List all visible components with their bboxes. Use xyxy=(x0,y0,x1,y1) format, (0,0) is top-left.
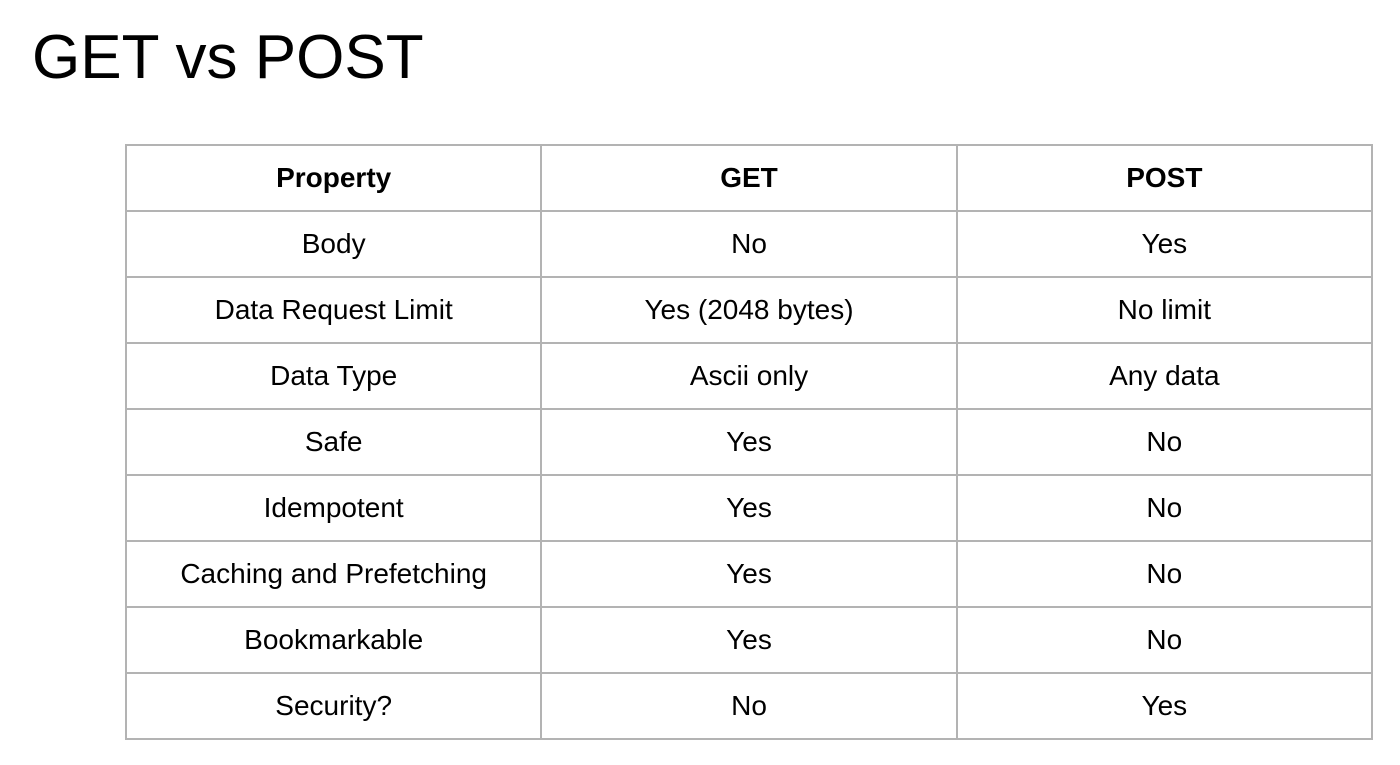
property-cell: Data Request Limit xyxy=(124,276,543,344)
table-row: Data Type Ascii only Any data xyxy=(124,342,1374,410)
header-cell-get: GET xyxy=(540,144,958,212)
post-cell: No limit xyxy=(955,276,1374,344)
get-cell: Yes (2048 bytes) xyxy=(540,276,958,344)
post-cell: No xyxy=(955,408,1374,476)
property-cell: Body xyxy=(124,210,543,278)
table-body: Body No Yes Data Request Limit Yes (2048… xyxy=(124,210,1374,740)
property-cell: Safe xyxy=(124,408,543,476)
property-cell: Idempotent xyxy=(124,474,543,542)
get-cell: Yes xyxy=(540,408,958,476)
get-cell: Yes xyxy=(540,606,958,674)
get-cell: No xyxy=(540,672,958,740)
header-cell-post: POST xyxy=(955,144,1374,212)
table-row: Safe Yes No xyxy=(124,408,1374,476)
post-cell: Yes xyxy=(955,672,1374,740)
post-cell: No xyxy=(955,540,1374,608)
get-cell: Yes xyxy=(540,540,958,608)
table-row: Security? No Yes xyxy=(124,672,1374,740)
comparison-table: Property GET POST Body No Yes Data Reque… xyxy=(124,144,1374,740)
header-row: Property GET POST xyxy=(124,144,1374,212)
get-cell: Ascii only xyxy=(540,342,958,410)
table-row: Bookmarkable Yes No xyxy=(124,606,1374,674)
table-row: Data Request Limit Yes (2048 bytes) No l… xyxy=(124,276,1374,344)
table-header: Property GET POST xyxy=(124,144,1374,212)
header-cell-property: Property xyxy=(124,144,543,212)
post-cell: No xyxy=(955,474,1374,542)
post-cell: No xyxy=(955,606,1374,674)
table-row: Caching and Prefetching Yes No xyxy=(124,540,1374,608)
table-row: Body No Yes xyxy=(124,210,1374,278)
get-cell: Yes xyxy=(540,474,958,542)
post-cell: Any data xyxy=(955,342,1374,410)
property-cell: Data Type xyxy=(124,342,543,410)
table-row: Idempotent Yes No xyxy=(124,474,1374,542)
property-cell: Security? xyxy=(124,672,543,740)
property-cell: Caching and Prefetching xyxy=(124,540,543,608)
get-cell: No xyxy=(540,210,958,278)
post-cell: Yes xyxy=(955,210,1374,278)
slide-title: GET vs POST xyxy=(32,23,424,92)
property-cell: Bookmarkable xyxy=(124,606,543,674)
